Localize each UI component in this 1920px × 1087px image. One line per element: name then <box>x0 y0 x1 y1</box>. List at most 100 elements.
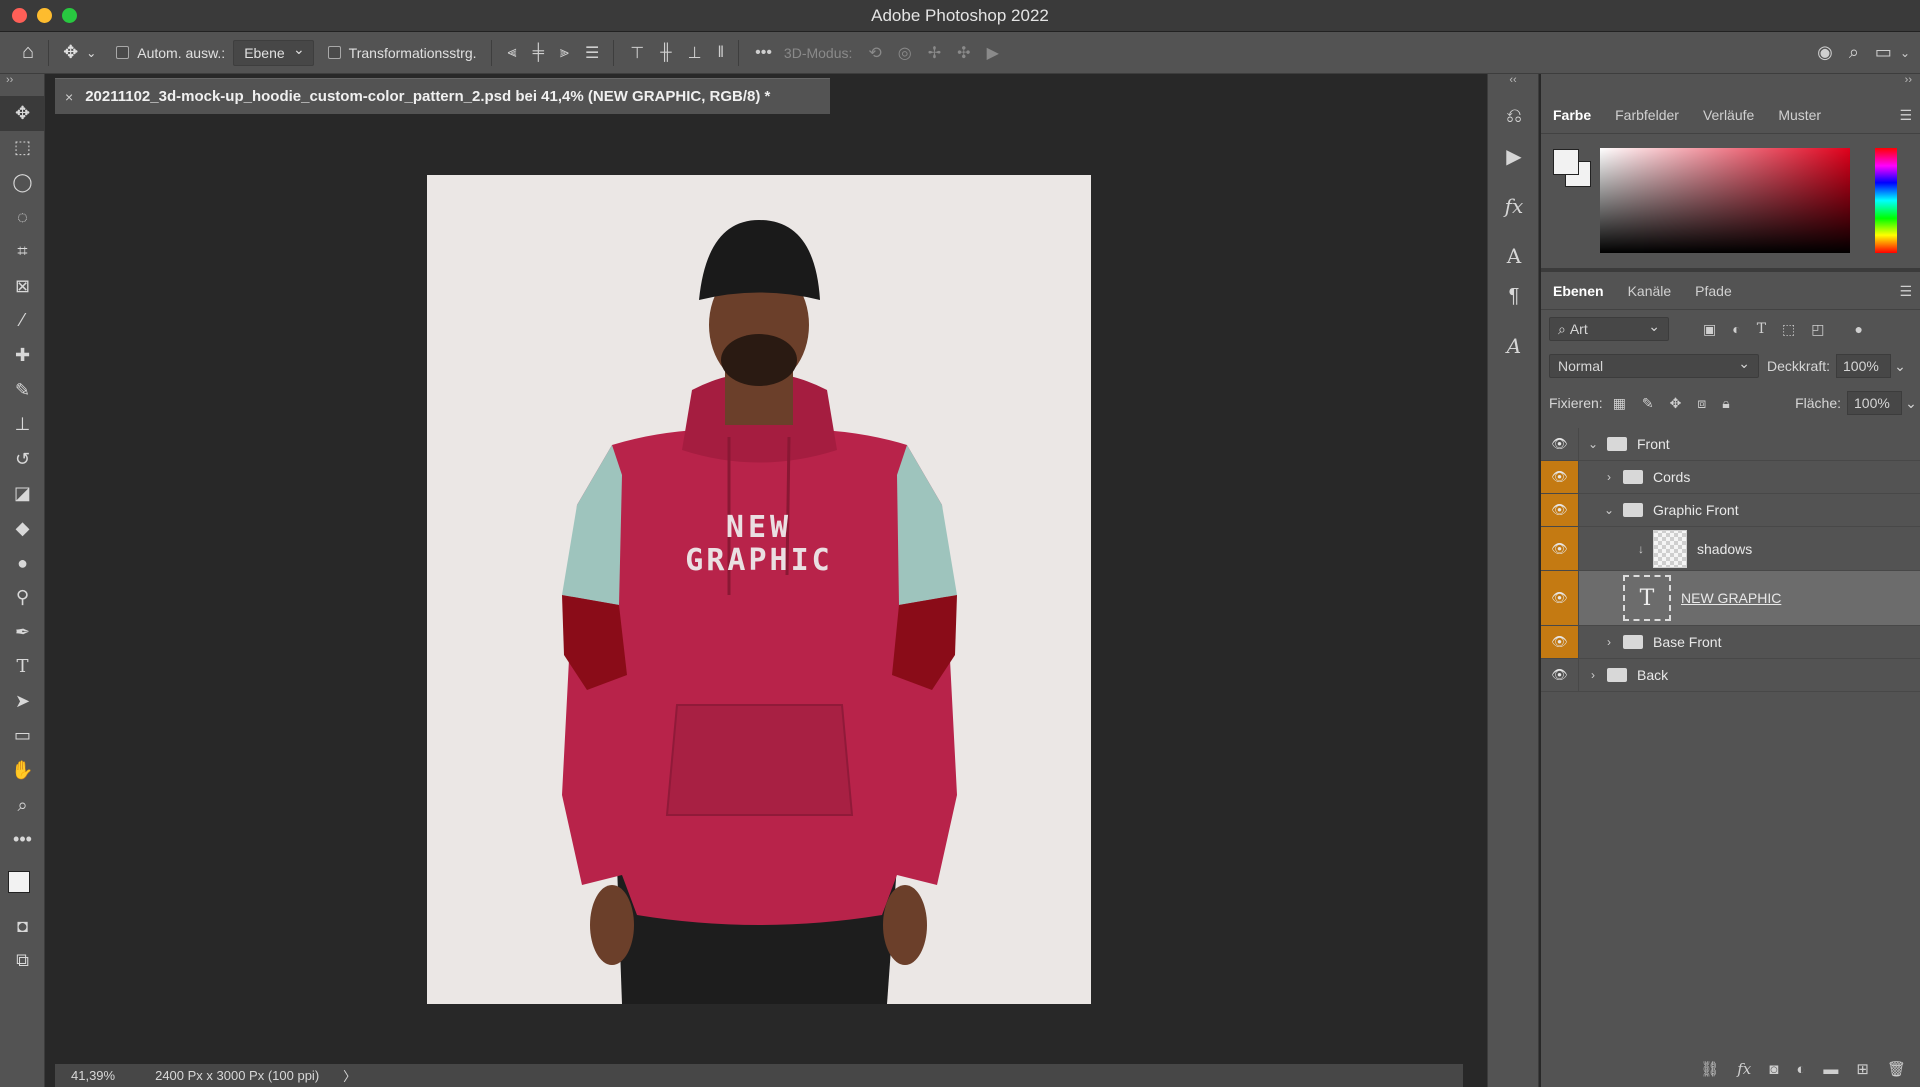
align-vertical-center-icon[interactable]: ╫ <box>660 44 671 62</box>
layer-row-selected[interactable]: 👁︎ T NEW GRAPHIC <box>1541 571 1920 626</box>
layer-row[interactable]: 👁︎ › Cords <box>1541 461 1920 494</box>
checkbox-box[interactable] <box>116 46 130 59</box>
brush-tool-icon[interactable]: ✎ <box>0 373 45 408</box>
layer-row[interactable]: 👁︎ › Back <box>1541 659 1920 692</box>
lock-all-icon[interactable]: 🔒︎ <box>1722 395 1729 412</box>
status-menu-arrow-icon[interactable]: 〉 <box>343 1066 356 1085</box>
align-top-icon[interactable]: ⊤ <box>630 43 644 63</box>
tab-swatches[interactable]: Farbfelder <box>1603 96 1691 134</box>
new-layer-icon[interactable]: ⊞ <box>1856 1060 1869 1078</box>
auto-select-target-select[interactable]: Ebene <box>233 39 314 66</box>
chevron-right-icon[interactable]: › <box>1585 668 1601 682</box>
visibility-eye-icon[interactable]: 👁︎ <box>1541 527 1579 570</box>
layer-row[interactable]: 👁︎ › Base Front <box>1541 626 1920 659</box>
home-icon[interactable]: ⌂ <box>22 41 34 64</box>
character-panel-icon[interactable]: A <box>1488 236 1540 276</box>
visibility-eye-icon[interactable]: 👁︎ <box>1541 461 1579 493</box>
blend-mode-select[interactable]: Normal <box>1549 354 1759 378</box>
minimize-window-button[interactable] <box>37 8 52 23</box>
move-tool-preset-icon[interactable]: ✥ ⌄ <box>63 42 96 63</box>
crop-tool-icon[interactable]: ⌗ <box>0 234 45 269</box>
frame-tool-icon[interactable]: ⊠ <box>0 269 45 304</box>
link-layers-icon[interactable]: ⛓︎ <box>1700 1060 1719 1078</box>
visibility-eye-icon[interactable]: 👁︎ <box>1541 659 1579 691</box>
chevron-down-icon[interactable]: ⌄ <box>1902 391 1920 415</box>
close-window-button[interactable] <box>12 8 27 23</box>
trash-icon[interactable]: 🗑︎ <box>1887 1060 1906 1078</box>
dodge-tool-icon[interactable]: ⚲ <box>0 580 45 615</box>
lock-transparent-icon[interactable]: ▦ <box>1613 395 1626 412</box>
eyedropper-tool-icon[interactable]: ⁄ <box>0 304 45 339</box>
lasso-tool-icon[interactable]: ◯ <box>0 165 45 200</box>
chevron-down-icon[interactable]: ⌄ <box>1891 354 1909 378</box>
zoom-tool-icon[interactable]: ⌕ <box>0 788 45 823</box>
document-tab[interactable]: × 20211102_3d-mock-up_hoodie_custom-colo… <box>55 78 830 114</box>
filter-toggle-icon[interactable]: ● <box>1855 321 1863 337</box>
layer-row[interactable]: 👁︎ ⌄ Graphic Front <box>1541 494 1920 527</box>
visibility-eye-icon[interactable]: 👁︎ <box>1541 428 1579 460</box>
chevron-down-icon[interactable]: ⌄ <box>1585 437 1601 451</box>
pen-tool-icon[interactable]: ✒ <box>0 615 45 650</box>
eraser-tool-icon[interactable]: ◪ <box>0 477 45 512</box>
checkbox-box[interactable] <box>327 46 341 59</box>
opacity-field[interactable]: 100% <box>1836 354 1892 378</box>
marquee-tool-icon[interactable]: ⬚ <box>0 131 45 166</box>
tab-layers[interactable]: Ebenen <box>1541 272 1616 310</box>
foreground-color-swatch[interactable] <box>8 871 30 894</box>
chevron-right-icon[interactable]: › <box>1601 470 1617 484</box>
distribute-vertical-icon[interactable]: ‖ <box>718 44 725 62</box>
clone-stamp-tool-icon[interactable]: ⊥ <box>0 407 45 442</box>
align-left-icon[interactable]: ⫷ <box>508 44 517 62</box>
add-mask-icon[interactable]: ◙ <box>1769 1061 1778 1078</box>
fill-field[interactable]: 100% <box>1847 391 1902 415</box>
new-group-icon[interactable]: ▬ <box>1823 1061 1838 1078</box>
chevron-down-icon[interactable]: ⌄ <box>1900 46 1910 60</box>
tab-gradients[interactable]: Verläufe <box>1691 96 1766 134</box>
edit-toolbar-icon[interactable]: ••• <box>0 822 45 857</box>
collapse-icon[interactable]: ‹‹ <box>1488 74 1538 96</box>
document-canvas[interactable]: NEW GRAPHIC <box>427 175 1091 1004</box>
healing-brush-tool-icon[interactable]: ✚ <box>0 338 45 373</box>
layer-row[interactable]: 👁︎ ↓ shadows <box>1541 527 1920 571</box>
filter-shape-icon[interactable]: ⬚ <box>1782 321 1795 338</box>
styles-panel-icon[interactable]: fx <box>1488 186 1540 226</box>
move-tool-icon[interactable]: ✥ <box>0 96 45 131</box>
collapse-icon[interactable]: ›› <box>0 74 44 96</box>
align-right-icon[interactable]: ⫸ <box>560 44 569 62</box>
history-panel-icon[interactable]: ⎌ <box>1488 96 1540 136</box>
lock-image-icon[interactable]: ✎ <box>1642 395 1654 412</box>
blur-tool-icon[interactable]: ● <box>0 546 45 581</box>
lock-artboard-icon[interactable]: ⧈ <box>1697 395 1706 412</box>
history-brush-tool-icon[interactable]: ↺ <box>0 442 45 477</box>
tab-channels[interactable]: Kanäle <box>1616 272 1684 310</box>
collapse-icon[interactable]: ›› <box>1541 74 1920 96</box>
chevron-down-icon[interactable]: ⌄ <box>1601 503 1617 517</box>
visibility-eye-icon[interactable]: 👁︎ <box>1541 626 1579 658</box>
panel-menu-icon[interactable]: ☰ <box>1899 283 1912 300</box>
rectangle-tool-icon[interactable]: ▭ <box>0 719 45 754</box>
visibility-eye-icon[interactable]: 👁︎ <box>1541 494 1579 526</box>
hand-tool-icon[interactable]: ✋ <box>0 753 45 788</box>
hue-slider[interactable] <box>1875 148 1897 253</box>
layer-filter-select[interactable]: ⌕ Art <box>1549 317 1669 341</box>
align-horizontal-center-icon[interactable]: ╪ <box>533 44 544 62</box>
layer-row[interactable]: 👁︎ ⌄ Front <box>1541 428 1920 461</box>
paint-bucket-tool-icon[interactable]: ◆ <box>0 511 45 546</box>
screen-mode-icon[interactable]: ⧉ <box>0 944 45 979</box>
layer-style-icon[interactable]: fx <box>1737 1060 1751 1078</box>
filter-adjustment-icon[interactable]: ◐ <box>1732 321 1740 337</box>
color-swatches[interactable] <box>0 857 45 904</box>
workspace-icon[interactable]: ▭ <box>1875 42 1892 63</box>
filter-smart-object-icon[interactable]: ◰ <box>1811 321 1824 338</box>
quick-mask-icon[interactable]: ◘ <box>0 909 45 944</box>
auto-select-checkbox[interactable]: Autom. ausw.: <box>116 45 225 61</box>
paragraph-panel-icon[interactable]: ¶ <box>1488 276 1540 316</box>
filter-pixel-icon[interactable]: ▣ <box>1703 321 1716 338</box>
filter-type-icon[interactable]: T <box>1757 321 1766 337</box>
canvas-area[interactable]: NEW GRAPHIC <box>55 114 1463 1064</box>
align-bottom-icon[interactable]: ⊥ <box>688 43 702 63</box>
adjustment-layer-icon[interactable]: ◐ <box>1796 1061 1805 1078</box>
color-picker-field[interactable] <box>1600 148 1850 253</box>
type-tool-icon[interactable]: T <box>0 650 45 685</box>
transform-controls-checkbox[interactable]: Transformationsstrg. <box>327 45 477 61</box>
